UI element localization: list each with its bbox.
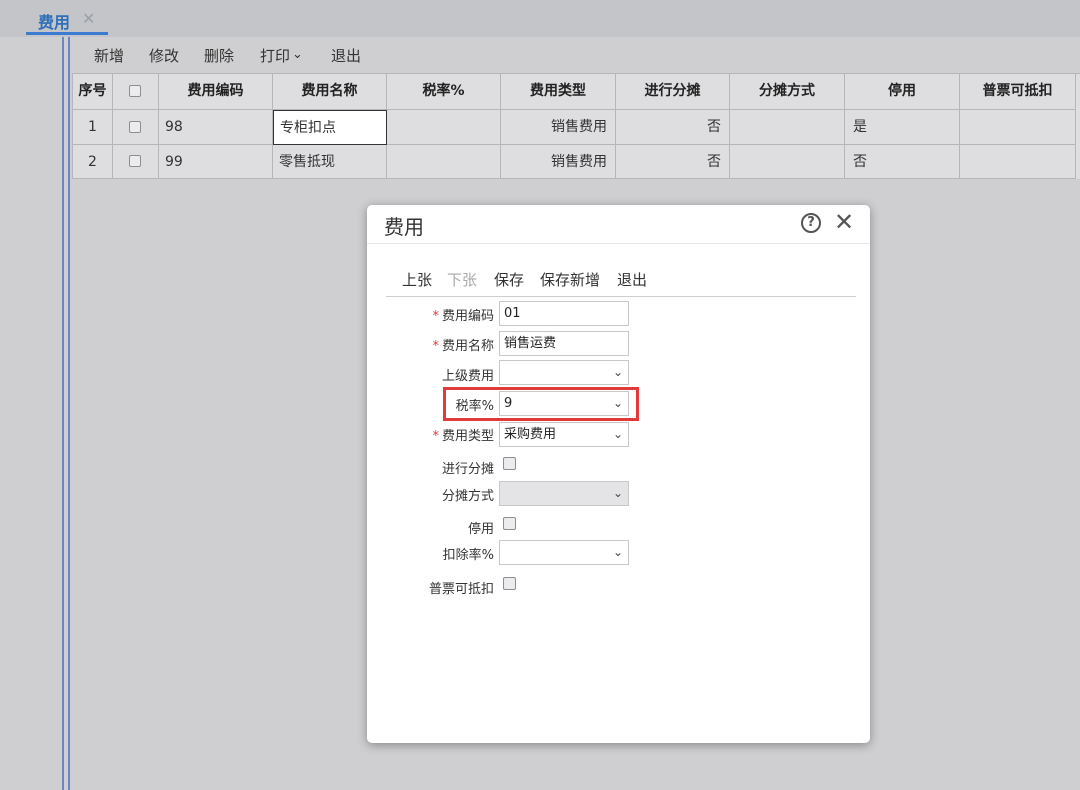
toolbar-divider <box>386 296 856 297</box>
delete-button[interactable]: 删除 <box>204 45 234 66</box>
parent-select[interactable]: ⌄ <box>499 360 629 385</box>
deduct-rate-select[interactable]: ⌄ <box>499 540 629 565</box>
main-toolbar: 新增 修改 删除 打印 ⌄ 退出 <box>72 37 1080 73</box>
method-label: 分摊方式 <box>441 489 494 504</box>
save-button[interactable]: 保存 <box>494 269 524 290</box>
header-index: 序号 <box>73 74 113 110</box>
row1-name[interactable]: 专柜扣点 <box>273 110 387 145</box>
tab-label: 费用 <box>38 13 71 32</box>
row2-type[interactable]: 销售费用 <box>501 145 616 179</box>
chevron-down-icon: ⌄ <box>612 365 623 379</box>
row2-select[interactable] <box>113 145 159 179</box>
print-button[interactable]: 打印 ⌄ <box>260 45 303 66</box>
code-field[interactable]: 01 <box>499 301 629 326</box>
edit-button[interactable]: 修改 <box>149 45 179 66</box>
row2-name[interactable]: 零售抵现 <box>273 145 387 179</box>
row2-method[interactable] <box>730 145 845 179</box>
deductible-checkbox[interactable] <box>503 577 516 590</box>
save-new-button[interactable]: 保存新增 <box>540 269 600 290</box>
next-record-button[interactable]: 下张 <box>447 269 477 290</box>
prev-record-button[interactable]: 上张 <box>402 269 432 290</box>
tax-highlight-box <box>443 387 639 421</box>
expense-table: 序号 费用编码 费用名称 税率% 费用类型 进行分摊 分摊方式 停用 普票可抵扣… <box>72 73 1080 179</box>
exit-button[interactable]: 退出 <box>331 45 361 66</box>
disabled-checkbox[interactable] <box>503 517 516 530</box>
header-allocate[interactable]: 进行分摊 <box>616 74 730 110</box>
add-button[interactable]: 新增 <box>94 45 124 66</box>
dialog-exit-button[interactable]: 退出 <box>617 269 647 290</box>
header-type[interactable]: 费用类型 <box>501 74 616 110</box>
tab-bar: 费用 ✕ <box>0 0 1080 37</box>
help-icon[interactable]: ? <box>801 213 821 233</box>
disabled-label: 停用 <box>467 522 494 537</box>
tab-active-indicator <box>26 32 108 35</box>
left-divider-inner <box>68 37 70 790</box>
chevron-down-icon: ⌄ <box>612 427 623 441</box>
row1-disabled[interactable]: 是 <box>845 110 960 145</box>
chevron-down-icon: ⌄ <box>612 486 623 500</box>
header-method[interactable]: 分摊方式 <box>730 74 845 110</box>
row1-deductible[interactable] <box>960 110 1076 145</box>
dialog-header-divider <box>367 243 870 244</box>
deductible-label: 普票可抵扣 <box>428 582 494 597</box>
row1-index: 1 <box>73 110 113 145</box>
required-mark: * <box>432 309 439 324</box>
header-select-all[interactable] <box>113 74 159 110</box>
select-all-checkbox[interactable] <box>129 85 141 97</box>
name-field[interactable]: 销售运费 <box>499 331 629 356</box>
allocate-label: 进行分摊 <box>441 462 494 477</box>
row2-tax[interactable] <box>387 145 501 179</box>
header-code[interactable]: 费用编码 <box>159 74 273 110</box>
row2-allocate[interactable]: 否 <box>616 145 730 179</box>
type-label: * 费用类型 <box>432 429 494 444</box>
code-label: * 费用编码 <box>432 309 494 324</box>
required-mark: * <box>432 429 439 444</box>
row1-type[interactable]: 销售费用 <box>501 110 616 145</box>
parent-label: 上级费用 <box>441 369 494 384</box>
close-icon[interactable]: ✕ <box>834 208 854 236</box>
header-name[interactable]: 费用名称 <box>273 74 387 110</box>
expense-dialog: 费用 ? ✕ 上张 下张 保存 保存新增 退出 * 费用编码 01 * 费用名称 销… <box>367 205 870 743</box>
row2-code[interactable]: 99 <box>159 145 273 179</box>
row1-method[interactable] <box>730 110 845 145</box>
dialog-title: 费用 <box>384 215 424 239</box>
left-divider <box>62 37 64 790</box>
allocate-checkbox[interactable] <box>503 457 516 470</box>
header-deductible[interactable]: 普票可抵扣 <box>960 74 1076 110</box>
header-tax[interactable]: 税率% <box>387 74 501 110</box>
chevron-down-icon: ⌄ <box>292 47 303 62</box>
method-select[interactable]: ⌄ <box>499 481 629 506</box>
header-disabled[interactable]: 停用 <box>845 74 960 110</box>
row2-checkbox[interactable] <box>129 155 141 167</box>
type-select[interactable]: 采购费用 ⌄ <box>499 422 629 447</box>
name-label: * 费用名称 <box>432 339 494 354</box>
row1-select[interactable] <box>113 110 159 145</box>
row2-deductible[interactable] <box>960 145 1076 179</box>
deduct-rate-label: 扣除率% <box>442 548 494 563</box>
required-mark: * <box>432 339 439 354</box>
print-label: 打印 <box>260 47 291 65</box>
row1-checkbox[interactable] <box>129 121 141 133</box>
tab-close-icon[interactable]: ✕ <box>82 9 95 28</box>
row1-allocate[interactable]: 否 <box>616 110 730 145</box>
row1-tax[interactable] <box>387 110 501 145</box>
tab-expenses[interactable]: 费用 ✕ <box>26 7 108 35</box>
row2-disabled[interactable]: 否 <box>845 145 960 179</box>
chevron-down-icon: ⌄ <box>612 545 623 559</box>
row2-index: 2 <box>73 145 113 179</box>
row1-code[interactable]: 98 <box>159 110 273 145</box>
